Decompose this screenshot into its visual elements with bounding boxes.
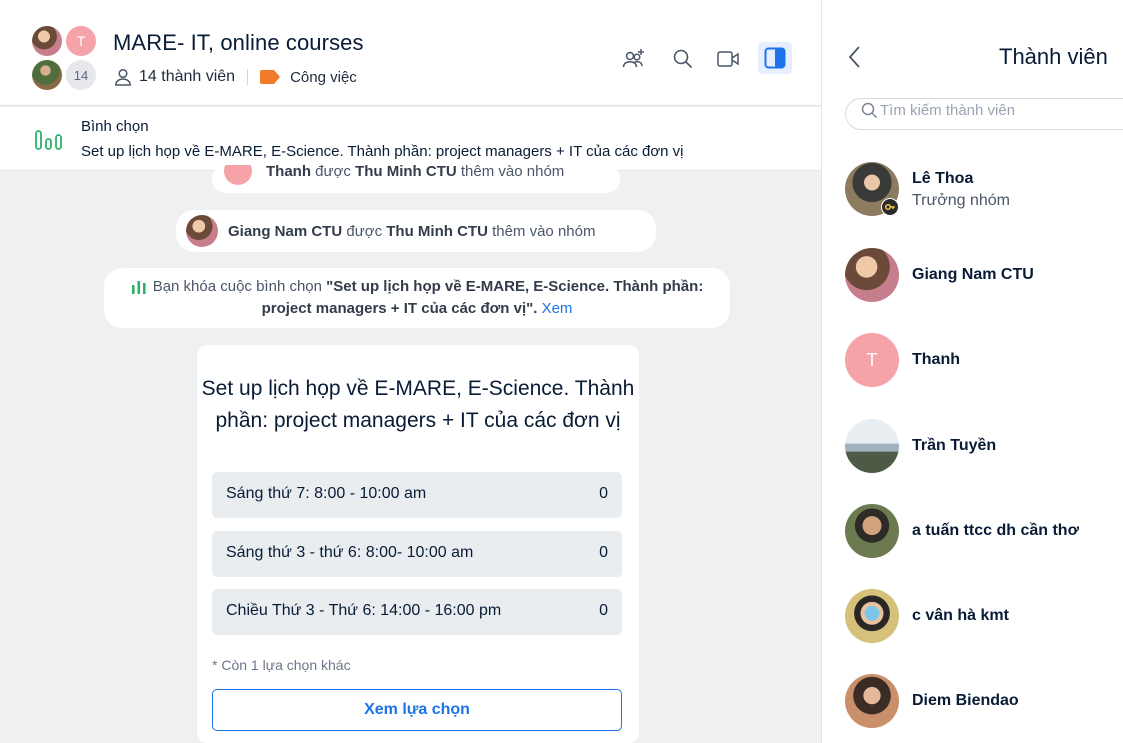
member-row[interactable]: Giang Nam CTU (845, 248, 1123, 304)
member-row[interactable]: Lê Thoa Trưởng nhóm (845, 162, 1123, 218)
avatar (32, 26, 62, 56)
toggle-panel-icon (764, 47, 786, 69)
member-name: Diem Biendao (912, 692, 1019, 709)
poll-option-label: Sáng thứ 7: 8:00 - 10:00 am (226, 485, 427, 502)
members-icon (115, 68, 131, 86)
pinned-poll-bar[interactable]: Bình chọn Set up lịch họp về E-MARE, E-S… (0, 107, 821, 171)
group-title: MARE- IT, online courses (113, 30, 364, 55)
avatar (845, 419, 899, 473)
avatar: T (845, 333, 899, 387)
divider (247, 69, 249, 85)
member-row[interactable]: Diem Biendao (845, 674, 1123, 730)
notice-actor[interactable]: Thanh (266, 165, 311, 180)
avatar (845, 504, 899, 558)
pinned-text: Set up lịch họp về E-MARE, E-Science. Th… (81, 143, 684, 160)
avatar (845, 589, 899, 643)
system-notice: Thanh được Thu Minh CTU thêm vào nhóm (212, 165, 620, 193)
poll-option-count: 0 (599, 602, 608, 619)
notice-actor[interactable]: Giang Nam CTU (228, 223, 342, 240)
member-name: Trần Tuyền (912, 437, 997, 454)
poll-option-count: 0 (599, 485, 608, 502)
poll-card: Set up lịch họp về E-MARE, E-Science. Th… (197, 345, 639, 743)
poll-icon (35, 130, 62, 150)
poll-question: Set up lịch họp về E-MARE, E-Science. Th… (201, 377, 635, 432)
poll-bars-icon (131, 281, 146, 295)
members-title: Thành viên (999, 44, 1108, 69)
group-admin-key-icon (881, 198, 899, 216)
member-name: a tuấn ttcc dh cần thơ (912, 522, 1079, 539)
chat-pane: T 14 MARE- IT, online courses 14 thành v… (0, 0, 822, 743)
avatar (845, 248, 899, 302)
avatar (186, 215, 218, 247)
group-meta: 14 thành viên Công việc (113, 66, 357, 88)
system-notice: Giang Nam CTU được Thu Minh CTU thêm vào… (176, 210, 656, 252)
category-label[interactable]: Công việc (290, 69, 357, 86)
members-panel: Thành viên Tìm kiếm thành viên Lê Thoa T… (823, 0, 1123, 743)
avatar-count-badge: 14 (66, 60, 96, 90)
members-header: Thành viên (823, 0, 1123, 104)
member-name: Giang Nam CTU (912, 266, 1034, 283)
member-name: Lê Thoa (912, 170, 974, 187)
member-search-input[interactable]: Tìm kiếm thành viên (845, 98, 1123, 130)
toggle-members-panel-button[interactable] (758, 42, 792, 74)
member-name: Thanh (912, 351, 960, 368)
video-call-icon (717, 51, 739, 67)
member-role: Trưởng nhóm (912, 192, 1010, 209)
avatar (32, 60, 62, 90)
view-poll-link[interactable]: Xem (542, 300, 573, 317)
poll-locked-notice: Bạn khóa cuộc bình chọn "Set up lịch họp… (104, 268, 730, 328)
search-icon (673, 49, 693, 69)
poll-option[interactable]: Sáng thứ 7: 8:00 - 10:00 am 0 (212, 472, 622, 518)
notice-by[interactable]: Thu Minh CTU (355, 165, 457, 180)
search-placeholder: Tìm kiếm thành viên (880, 102, 1016, 119)
poll-option-label: Chiều Thứ 3 - Thứ 6: 14:00 - 16:00 pm (226, 602, 502, 619)
poll-option-count: 0 (599, 544, 608, 561)
member-count[interactable]: 14 thành viên (139, 68, 235, 86)
pinned-title: Bình chọn (81, 118, 149, 135)
member-row[interactable]: a tuấn ttcc dh cần thơ (845, 504, 1123, 560)
label-tag-icon (260, 70, 281, 84)
poll-option[interactable]: Sáng thứ 3 - thứ 6: 8:00- 10:00 am 0 (212, 531, 622, 577)
more-options-note: * Còn 1 lựa chọn khác (212, 657, 351, 673)
search-icon (861, 102, 878, 119)
member-row[interactable]: c vân hà kmt (845, 589, 1123, 645)
search-button[interactable] (668, 44, 698, 74)
avatar (845, 674, 899, 728)
member-name: c vân hà kmt (912, 607, 1009, 624)
back-chevron-icon[interactable] (845, 44, 865, 70)
view-options-button[interactable]: Xem lựa chọn (212, 689, 622, 731)
poll-option-label: Sáng thứ 3 - thứ 6: 8:00- 10:00 am (226, 544, 474, 561)
avatar (224, 165, 252, 185)
group-avatar-stack[interactable]: T 14 (32, 26, 100, 90)
add-member-icon (622, 49, 644, 68)
notice-by[interactable]: Thu Minh CTU (386, 223, 488, 240)
poll-quoted-title: "Set up lịch họp về E-MARE, E-Science. T… (261, 278, 704, 317)
member-row[interactable]: Trần Tuyền (845, 419, 1123, 475)
avatar: T (66, 26, 96, 56)
add-member-button[interactable] (619, 44, 649, 74)
chat-header: T 14 MARE- IT, online courses 14 thành v… (0, 6, 821, 106)
poll-option[interactable]: Chiều Thứ 3 - Thứ 6: 14:00 - 16:00 pm 0 (212, 589, 622, 635)
video-call-button[interactable] (714, 44, 744, 74)
member-row[interactable]: T Thanh (845, 333, 1123, 389)
